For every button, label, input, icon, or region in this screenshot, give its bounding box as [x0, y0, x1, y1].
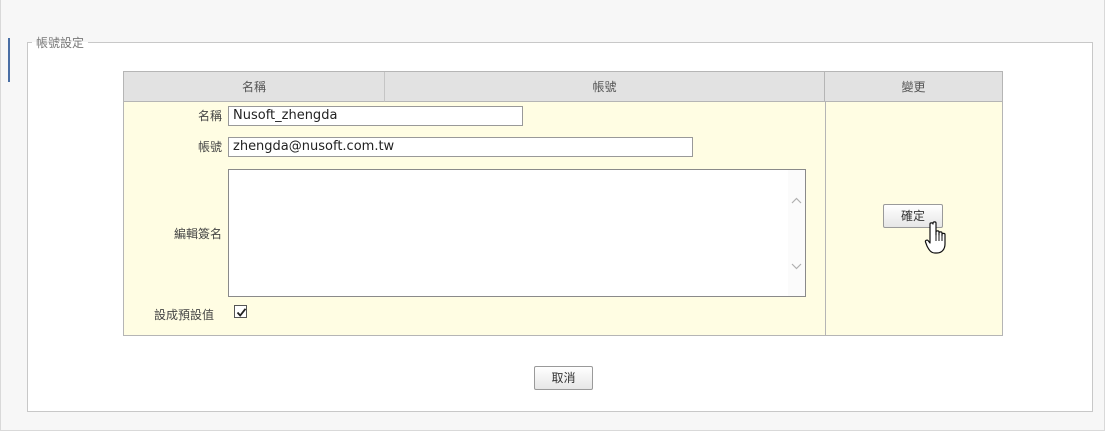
signature-scrollbar[interactable]	[788, 170, 805, 296]
cancel-button[interactable]: 取消	[534, 366, 593, 390]
account-table: 名稱 帳號 變更 名稱 Nusoft_zhengda 帳號 zhengda@nu…	[123, 71, 1003, 336]
account-input[interactable]: zhengda@nusoft.com.tw	[228, 137, 693, 157]
signature-label: 編輯簽名	[173, 227, 222, 241]
header-name: 名稱	[124, 72, 385, 102]
group-title: 帳號設定	[36, 36, 85, 50]
header-change: 變更	[825, 72, 1002, 102]
signature-textarea[interactable]	[228, 169, 806, 297]
default-label: 設成預設值	[153, 308, 214, 322]
name-label: 名稱	[197, 109, 222, 123]
name-input[interactable]: Nusoft_zhengda	[228, 106, 523, 126]
checkmark-icon	[236, 308, 247, 317]
column-divider	[825, 102, 826, 335]
default-checkbox[interactable]	[234, 305, 247, 318]
header-account: 帳號	[385, 72, 825, 102]
left-accent-bar	[8, 38, 10, 82]
chevron-up-icon[interactable]	[788, 192, 805, 209]
chevron-down-icon[interactable]	[788, 258, 805, 275]
hand-pointer-icon	[924, 221, 946, 254]
account-label: 帳號	[197, 140, 222, 154]
